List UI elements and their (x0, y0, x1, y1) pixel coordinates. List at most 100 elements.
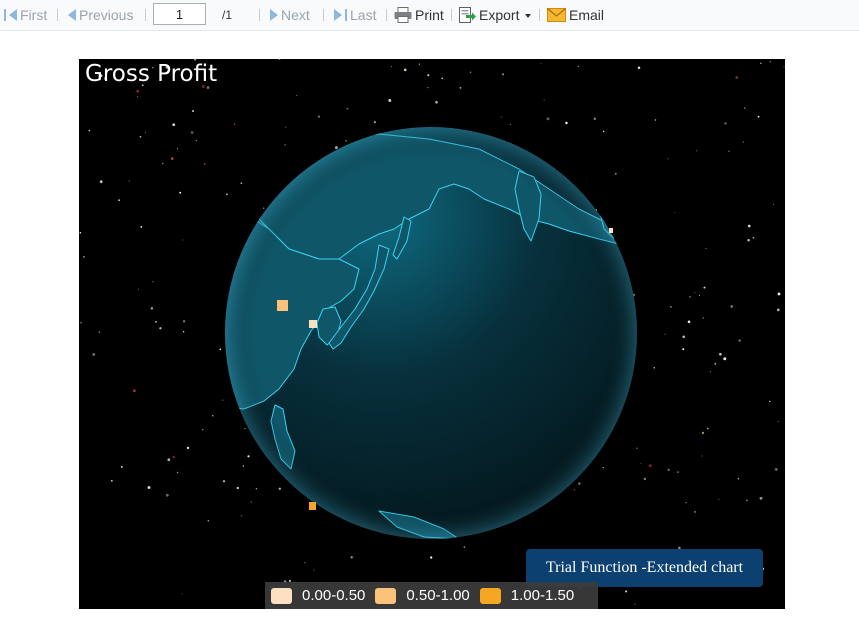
star (152, 281, 154, 283)
star (759, 62, 762, 65)
star (388, 99, 392, 102)
star (769, 400, 771, 403)
star (176, 148, 178, 150)
star (278, 487, 281, 490)
star (312, 569, 315, 572)
print-button[interactable]: Print (394, 0, 444, 30)
star (738, 339, 741, 342)
star (540, 62, 542, 64)
star (147, 486, 151, 489)
star (172, 456, 175, 459)
star (654, 119, 657, 121)
star (212, 415, 214, 417)
star (777, 292, 781, 296)
star (182, 320, 186, 323)
star (186, 446, 190, 450)
star (255, 488, 258, 490)
star (403, 68, 407, 72)
star (664, 333, 666, 335)
star (247, 455, 250, 458)
star (636, 447, 638, 449)
star (682, 335, 685, 339)
star (719, 352, 722, 356)
star (190, 131, 194, 134)
star (742, 141, 745, 143)
star (219, 348, 222, 350)
printer-icon (394, 7, 412, 23)
star (179, 191, 182, 194)
star (373, 121, 376, 124)
globe-chart: Gross Profit Trial Function -Extended ch… (79, 59, 785, 609)
star (204, 163, 206, 165)
chevron-down-icon (525, 14, 532, 18)
star (133, 389, 136, 393)
last-page-button[interactable]: Last (334, 0, 376, 30)
separator (323, 9, 324, 21)
star (242, 465, 245, 467)
star (222, 480, 226, 483)
data-marker (309, 320, 317, 328)
export-icon (459, 7, 476, 23)
first-page-button[interactable]: First (4, 0, 47, 30)
star (182, 239, 184, 241)
star (676, 471, 679, 474)
star (699, 295, 700, 296)
star (459, 86, 462, 89)
previous-icon (68, 9, 76, 21)
star (82, 255, 85, 258)
star (263, 207, 265, 209)
star (752, 236, 755, 239)
star (573, 489, 575, 491)
star (155, 321, 157, 323)
star (390, 66, 392, 68)
last-arrow-icon (334, 9, 342, 21)
star (181, 593, 183, 595)
star (546, 117, 550, 121)
next-page-button[interactable]: Next (270, 0, 310, 30)
star (167, 458, 171, 462)
star (226, 193, 228, 196)
separator (539, 9, 540, 21)
star (543, 99, 545, 101)
first-icon (4, 9, 6, 21)
star (687, 320, 691, 324)
star (769, 61, 771, 63)
separator (451, 9, 452, 21)
page-number-input[interactable] (153, 3, 206, 25)
star (718, 498, 720, 500)
star (278, 59, 281, 60)
star (593, 117, 597, 120)
star (165, 493, 169, 497)
legend-swatch (271, 587, 292, 604)
first-arrow-icon (9, 9, 17, 21)
email-button[interactable]: Email (547, 0, 604, 30)
star (304, 562, 306, 564)
legend-item[interactable]: 0.50-1.00 (375, 587, 470, 604)
star (689, 296, 691, 298)
export-menu-button[interactable]: Export (459, 0, 532, 30)
star (195, 140, 197, 142)
chart-title: Gross Profit (85, 61, 218, 87)
star (709, 371, 711, 373)
legend-item[interactable]: 1.00-1.50 (479, 587, 575, 604)
star (346, 107, 349, 110)
legend-item[interactable]: 0.00-0.50 (271, 587, 365, 604)
star (88, 129, 91, 132)
star (435, 100, 438, 104)
star (714, 362, 717, 365)
star (159, 327, 162, 330)
legend-label: 1.00-1.50 (510, 587, 575, 604)
data-marker (309, 502, 316, 510)
star (735, 76, 739, 79)
star (182, 331, 185, 333)
star (747, 239, 750, 242)
star (79, 231, 82, 234)
star (172, 123, 176, 127)
star (150, 307, 154, 310)
star (136, 96, 139, 98)
star (707, 427, 709, 430)
star (139, 135, 142, 138)
previous-page-button[interactable]: Previous (68, 0, 133, 30)
star (728, 150, 730, 152)
previous-label: Previous (79, 7, 134, 23)
